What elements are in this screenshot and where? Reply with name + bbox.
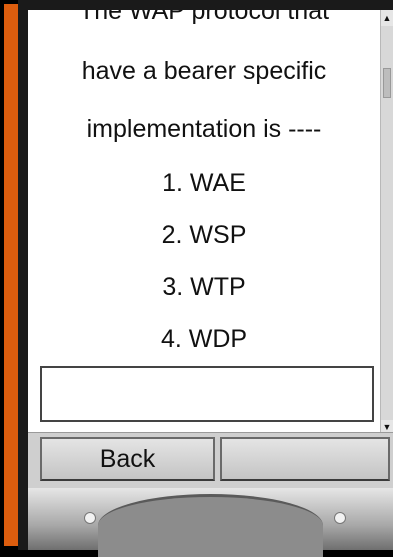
question-panel: The WAP protocol that have a bearer spec… (28, 10, 380, 366)
right-indicator-icon (334, 512, 346, 524)
vertical-scrollbar[interactable]: ▲ ▼ (380, 10, 393, 434)
back-button[interactable]: Back (40, 437, 215, 481)
softkey-bar: Back (28, 432, 393, 488)
option-3: 3. WTP (162, 273, 246, 301)
right-softkey-button[interactable] (220, 437, 390, 481)
option-1: 1. WAE (162, 169, 246, 197)
scroll-thumb[interactable] (383, 68, 391, 98)
navigation-key[interactable] (98, 494, 323, 557)
answer-input[interactable] (40, 366, 374, 422)
phone-screen: The WAP protocol that have a bearer spec… (28, 10, 393, 488)
option-4: 4. WDP (160, 325, 248, 353)
question-line: have a bearer specific (81, 57, 327, 85)
handset-bottom (28, 488, 393, 557)
scroll-up-arrow-icon[interactable]: ▲ (381, 10, 393, 26)
left-indicator-icon (84, 512, 96, 524)
question-line: implementation is ---- (86, 115, 322, 143)
option-2: 2. WSP (161, 221, 247, 249)
question-line: The WAP protocol that (78, 10, 330, 25)
